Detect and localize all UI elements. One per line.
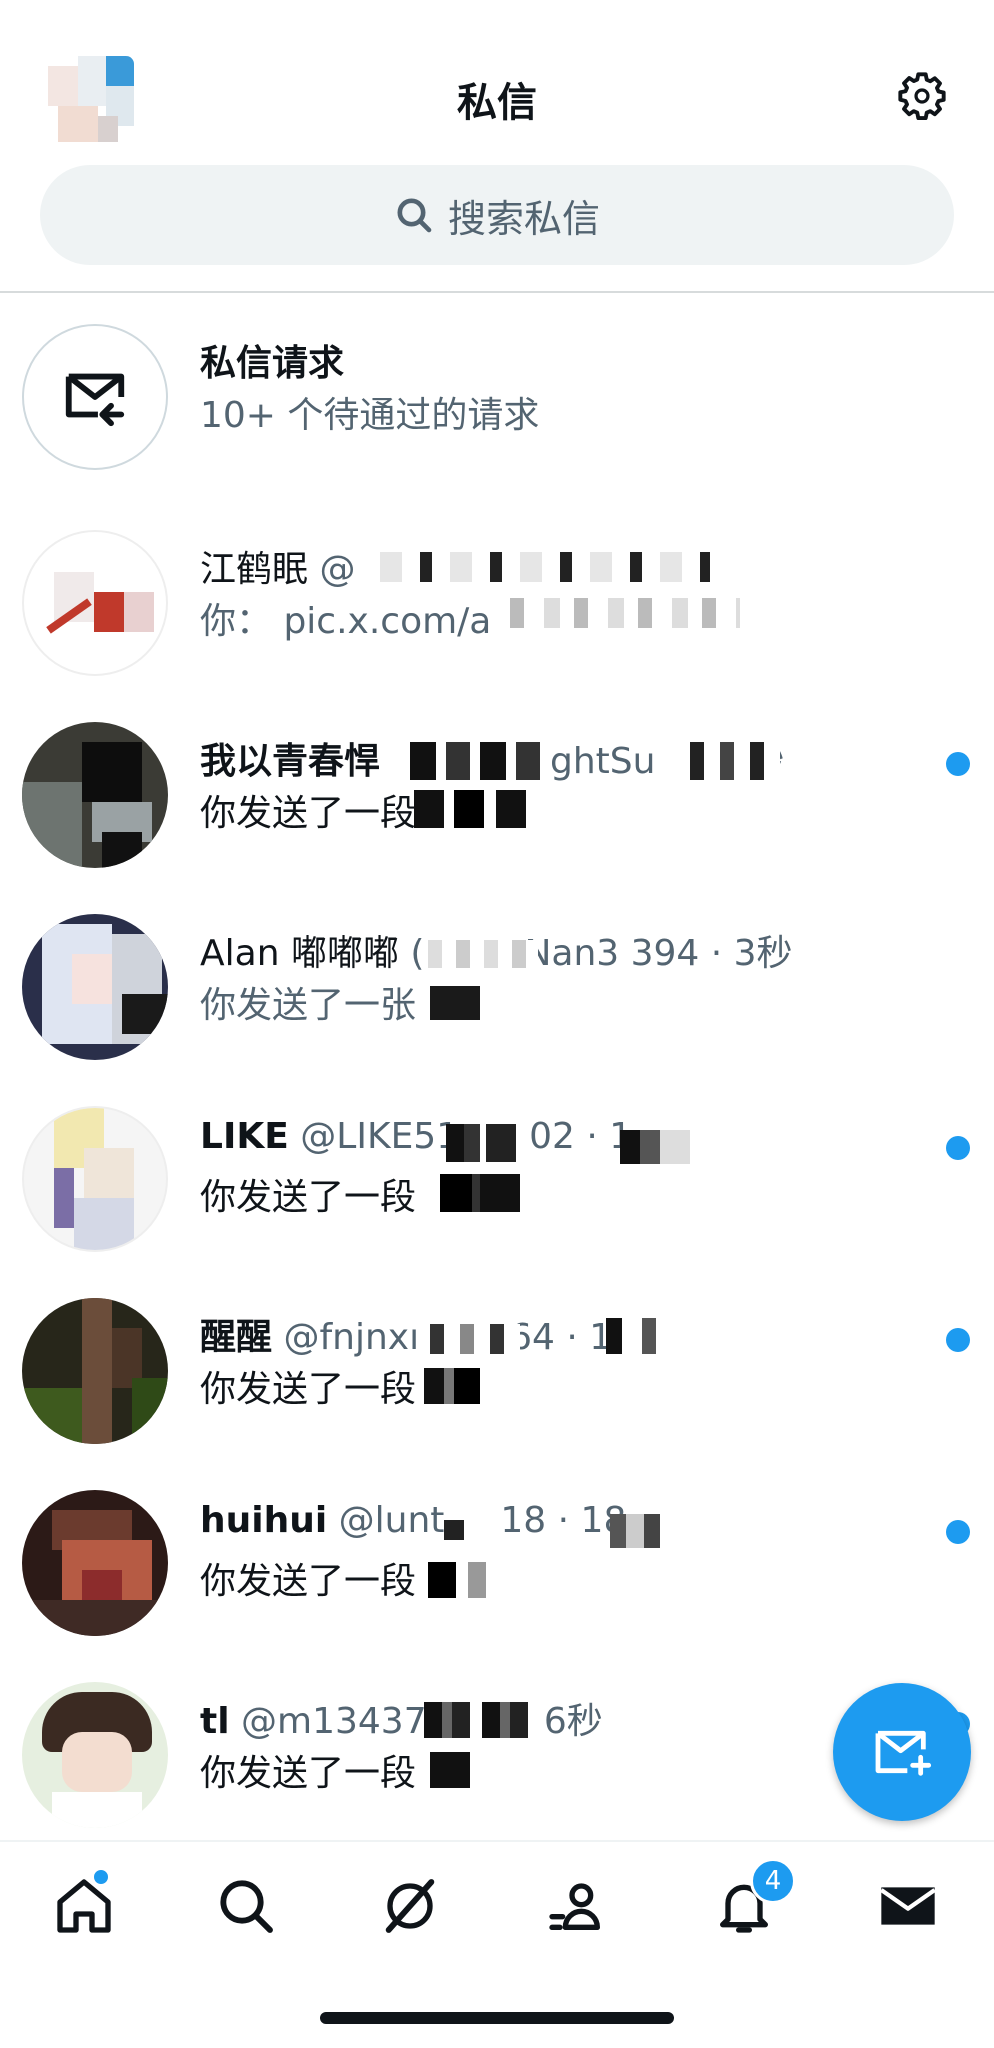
conversation-name: huihui — [200, 1500, 328, 1541]
redaction-mask — [428, 1562, 506, 1598]
redaction-mask — [690, 742, 780, 780]
redaction-mask — [440, 1174, 520, 1212]
conversation-name: LIKE — [200, 1116, 289, 1157]
conversation-preview: 你发送了一张 — [200, 985, 417, 1026]
avatar — [22, 1490, 168, 1636]
redaction-mask — [446, 1124, 516, 1162]
avatar — [22, 530, 168, 676]
tab-communities[interactable] — [544, 1874, 608, 1938]
message-requests-row[interactable]: 私信请求 10+ 个待通过的请求 — [0, 324, 994, 484]
tab-home[interactable] — [52, 1868, 116, 1938]
conversation-timestamp: 64 · 1 — [509, 1317, 613, 1358]
conversation-handle: @fnjnxı — [283, 1317, 420, 1358]
search-placeholder: 搜索私信 — [447, 196, 600, 241]
conversation-header: huihui @lunt 18 · 18 — [200, 1500, 626, 1541]
conversation-row[interactable]: LIKE @LIKE51 02 · 1 你发送了一段 — [0, 1106, 994, 1266]
conversation-header: 醒醒 @fnjnxı 64 · 1 — [200, 1308, 612, 1360]
header: 私信 搜索私信 — [0, 0, 994, 290]
requests-title: 私信请求 — [200, 343, 345, 384]
redaction-mask — [430, 1752, 470, 1788]
compose-message-icon — [875, 1730, 932, 1776]
tab-explore[interactable] — [214, 1874, 278, 1938]
new-message-button[interactable] — [833, 1683, 971, 1821]
conversation-handle: ghtSu — [550, 741, 656, 782]
tab-messages[interactable] — [876, 1874, 940, 1938]
divider — [0, 291, 994, 293]
conversation-header: LIKE @LIKE51 02 · 1 — [200, 1116, 632, 1157]
redaction-mask — [414, 790, 528, 828]
conversation-handle: @m13437 — [241, 1701, 427, 1742]
conversation-name: tl — [200, 1701, 230, 1742]
conversation-handle: @lunt — [338, 1500, 445, 1541]
mail-request-icon — [65, 373, 125, 427]
conversation-header: tl @m13437 86 6秒 — [200, 1692, 603, 1744]
conversation-preview: 你发送了一段 — [200, 1177, 417, 1218]
conversation-header: 江鹤眠 @ — [200, 540, 355, 592]
unread-indicator — [946, 1328, 970, 1352]
conversation-handle: @ — [319, 549, 356, 590]
conversation-name: 醒醒 — [200, 1317, 273, 1358]
search-icon — [397, 198, 432, 233]
requests-subtitle: 10+ 个待通过的请求 — [200, 395, 540, 436]
conversation-name: Alan 嘟嘟嘟 — [200, 933, 399, 974]
redaction-mask — [380, 552, 710, 582]
redaction-mask — [444, 1520, 464, 1540]
redaction-mask — [430, 1324, 520, 1354]
avatar — [22, 1682, 168, 1828]
settings-gear-icon[interactable] — [896, 70, 948, 122]
conversation-name: 我以青春悍 — [200, 741, 381, 782]
conversation-handle: ( — [410, 933, 425, 974]
unread-indicator — [946, 1520, 970, 1544]
avatar — [22, 1106, 168, 1252]
redaction-mask — [610, 1514, 660, 1548]
search-input[interactable]: 搜索私信 — [40, 165, 954, 265]
avatar — [22, 914, 168, 1060]
redaction-mask — [430, 986, 480, 1020]
redaction-mask — [424, 1702, 534, 1738]
redaction-mask — [510, 598, 740, 628]
conversation-timestamp: 18 · 18 — [500, 1500, 627, 1541]
redaction-mask — [424, 1368, 500, 1404]
conversation-preview: 你发送了一段 — [200, 793, 417, 834]
conversation-preview: 你： pic.x.com/a — [200, 601, 492, 642]
avatar — [22, 1298, 168, 1444]
home-new-indicator — [92, 1868, 110, 1886]
avatar — [22, 722, 168, 868]
conversation-row[interactable]: Alan 嘟嘟嘟 ( Nan3 394 · 3秒 你发送了一张 — [0, 914, 994, 1074]
conversation-timestamp: 02 · 1 — [529, 1116, 633, 1157]
page-title: 私信 — [457, 80, 537, 126]
conversation-row[interactable]: 我以青春悍ghtSu3秒 你发送了一段 — [0, 722, 994, 882]
redaction-mask — [620, 1130, 690, 1164]
conversation-row[interactable]: 醒醒 @fnjnxı 64 · 1 你发送了一段 — [0, 1298, 994, 1458]
conversation-timestamp: Nan3 394 · 3秒 — [524, 933, 793, 974]
redaction-mask — [410, 742, 550, 780]
bottom-tab-bar: 4 — [0, 1840, 994, 1972]
unread-indicator — [946, 752, 970, 776]
tab-grok[interactable] — [378, 1874, 442, 1938]
redaction-mask — [428, 940, 538, 968]
redaction-mask — [606, 1318, 656, 1354]
conversation-row[interactable]: 江鹤眠 @ 你： pic.x.com/a — [0, 530, 994, 690]
unread-indicator — [946, 1136, 970, 1160]
conversation-row[interactable]: huihui @lunt 18 · 18 你发送了一段 — [0, 1490, 994, 1650]
tab-notifications[interactable]: 4 — [712, 1858, 796, 1938]
notifications-badge: 4 — [750, 1858, 796, 1904]
conversation-name: 江鹤眠 — [200, 549, 309, 590]
home-indicator — [320, 2012, 674, 2024]
message-requests-avatar — [22, 324, 168, 470]
conversation-preview: 你发送了一段 — [200, 1753, 417, 1794]
conversation-preview: 你发送了一段 — [200, 1369, 417, 1410]
conversation-handle: @LIKE51 — [300, 1116, 460, 1157]
search-icon — [220, 1880, 273, 1933]
mail-icon — [880, 1887, 936, 1925]
grok-icon — [385, 1879, 435, 1933]
conversation-preview: 你发送了一段 — [200, 1561, 417, 1602]
people-icon — [549, 1883, 600, 1930]
